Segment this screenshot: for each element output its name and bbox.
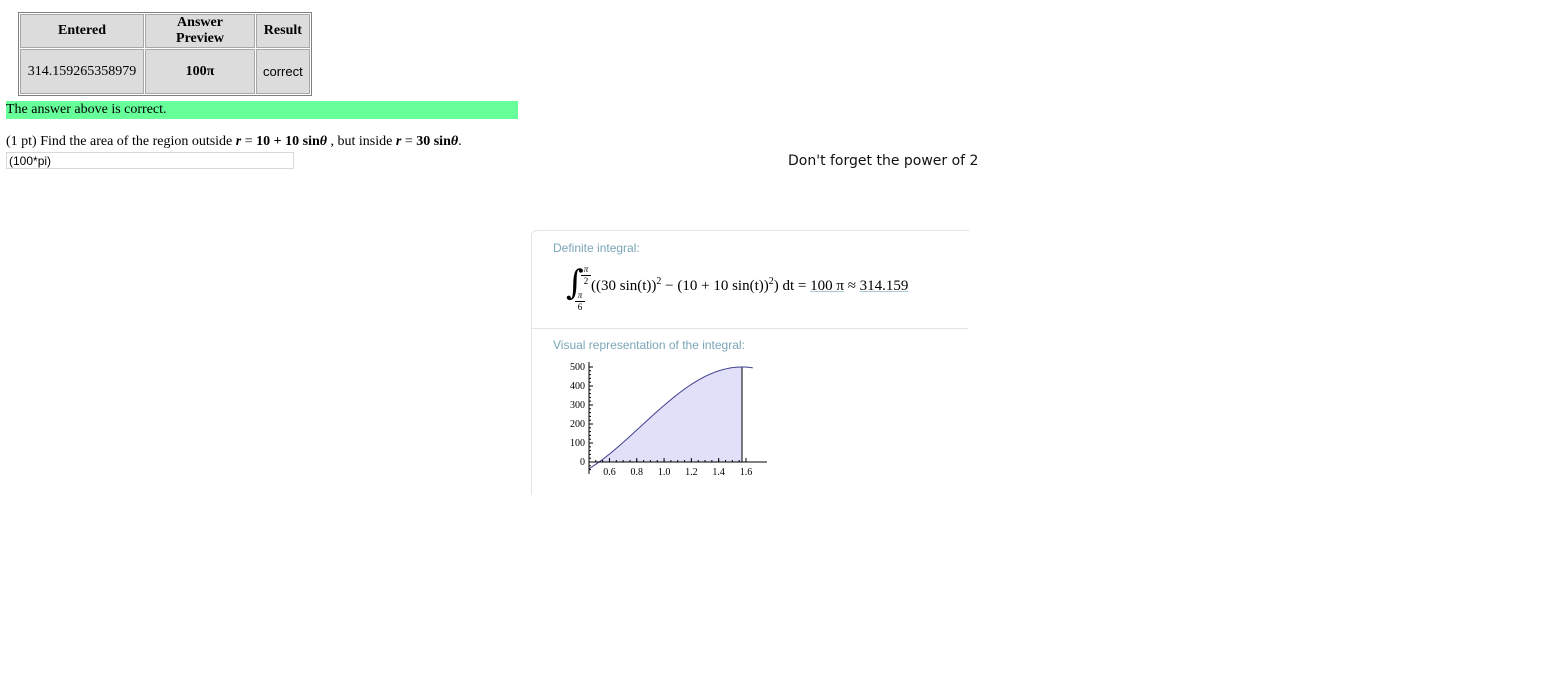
exact-value-link[interactable]: 100 π — [810, 278, 844, 294]
results-header-row: Entered Answer Preview Result — [20, 14, 310, 48]
math-equals-2: = — [401, 134, 417, 149]
upper-limit-den: 2 — [583, 276, 589, 286]
math-inside-expr: 30 sin — [416, 134, 451, 149]
problem-middle: , but inside — [327, 134, 396, 149]
y-tick-label: 100 — [570, 438, 585, 449]
approx-symbol: ≈ — [843, 278, 860, 294]
y-tick-label: 400 — [570, 381, 585, 392]
math-equals-1: = — [241, 134, 257, 149]
x-tick-label: 1.2 — [685, 467, 698, 478]
header-entered: Entered — [20, 14, 144, 48]
header-answer-preview: Answer Preview — [145, 14, 255, 48]
lower-limit-den: 6 — [577, 302, 583, 312]
problem-suffix: . — [458, 134, 462, 149]
x-tick-label: 0.6 — [603, 467, 616, 478]
approx-value-link[interactable]: 314.159 — [860, 278, 909, 294]
x-tick-label: 1.4 — [712, 467, 725, 478]
shaded-area — [599, 367, 742, 462]
lower-limit: π6 — [575, 291, 585, 312]
lower-limit-num: π — [577, 290, 583, 300]
y-tick-label: 300 — [570, 400, 585, 411]
upper-limit-num: π — [583, 264, 589, 274]
answer-input[interactable] — [6, 152, 294, 169]
y-tick-label: 200 — [570, 419, 585, 430]
entered-value: 314.159265358979 — [20, 49, 144, 94]
result-value: correct — [256, 49, 310, 94]
hint-text: Don't forget the power of 2 — [788, 153, 979, 169]
x-tick-label: 0.8 — [631, 467, 644, 478]
y-tick-label: 500 — [570, 362, 585, 373]
x-tick-label: 1.6 — [740, 467, 753, 478]
definite-integral-title: Definite integral: — [553, 241, 640, 255]
table-row: 314.159265358979 100π correct — [20, 49, 310, 94]
header-result: Result — [256, 14, 310, 48]
pod-divider — [532, 328, 968, 329]
visual-representation-title: Visual representation of the integral: — [553, 338, 745, 352]
answer-preview-value: 100π — [145, 49, 255, 94]
integrand-part-3: ) dt = — [773, 278, 811, 294]
problem-prefix: (1 pt) Find the area of the region outsi… — [6, 134, 236, 149]
integral-expression: ((30 sin(t))2 − (10 + 10 sin(t))2) dt = … — [591, 276, 908, 295]
math-outside-expr: 10 + 10 sin — [256, 134, 320, 149]
correct-banner: The answer above is correct. — [6, 101, 518, 119]
upper-limit: π2 — [581, 265, 591, 286]
math-theta-1: θ — [319, 134, 328, 149]
problem-statement: (1 pt) Find the area of the region outsi… — [6, 133, 462, 151]
y-tick-label: 0 — [580, 457, 585, 468]
x-tick-label: 1.0 — [658, 467, 671, 478]
results-table: Entered Answer Preview Result 314.159265… — [18, 12, 312, 96]
integrand-part-2: − (10 + 10 sin(t)) — [661, 278, 769, 294]
integrand-part-1: ((30 sin(t)) — [591, 278, 657, 294]
integral-plot: 0 100 200 300 400 500 0.6 0.8 1.0 1.2 1.4 1.6 — [570, 362, 767, 478]
